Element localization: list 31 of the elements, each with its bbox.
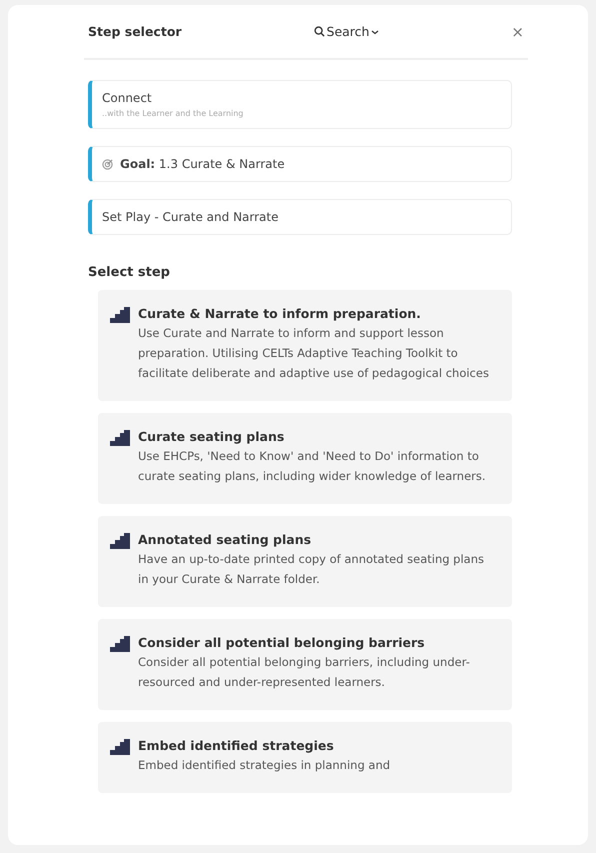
card-title: Connect [102,91,153,105]
stairs-icon [110,430,130,446]
stairs-icon [110,739,130,755]
stairs-icon [110,533,130,549]
step-item[interactable]: Annotated seating plans Have an up-to-date printed copy of annotated seating plans in your Curate & Narrate folder. [98,516,512,607]
target-icon [102,158,113,170]
chevron-icon [371,28,380,34]
step-title: Embed identified strategies [138,738,335,753]
step-item[interactable]: Embed identified strategies Embed identified strategies in planning and [98,722,512,793]
step-description: Use Curate and Narrate to inform and support lesson preparation. Utilising CELTs Adaptive Teaching Toolkit to facilitate deliberate and adaptive use of pedagogical choices [138,325,490,382]
stairs-icon [110,307,130,323]
step-title: Curate seating plans [138,429,286,444]
search-dropdown[interactable]: Search [314,24,380,39]
panel-title: Step selector [88,24,182,39]
close-button[interactable]: × [511,22,524,40]
step-title: Annotated seating plans [138,532,312,547]
search-icon [314,26,325,37]
step-title: Consider all potential belonging barriers [138,635,426,650]
step-item[interactable]: Consider all potential belonging barriers Consider all potential belonging barriers, including under-resourced and under-represented learners. [98,619,512,710]
step-description: Consider all potential belonging barriers, including under-resourced and under-represented learners. [138,654,471,691]
step-title: Curate & Narrate to inform preparation. [138,306,422,321]
step-item[interactable]: Curate seating plans Use EHCPs, 'Need to Know' and 'Need to Do' information to curate seating plans, including wider knowledge of learners. [98,413,512,504]
goal-text: Goal: 1.3 Curate & Narrate [120,157,285,171]
stairs-icon [110,636,130,652]
step-description: Use EHCPs, 'Need to Know' and 'Need to Do' information to curate seating plans, including wider knowledge of learners. [138,448,487,485]
step-item[interactable] [98,290,512,401]
step-description: Have an up-to-date printed copy of annotated seating plans in your Curate & Narrate folder. [138,551,486,588]
section-heading: Select step [88,265,171,280]
card-subtitle: ..with the Learner and the Learning [102,109,244,118]
step-description: Embed identified strategies in planning and [138,757,390,774]
card-title: Set Play - Curate and Narrate [102,210,280,224]
